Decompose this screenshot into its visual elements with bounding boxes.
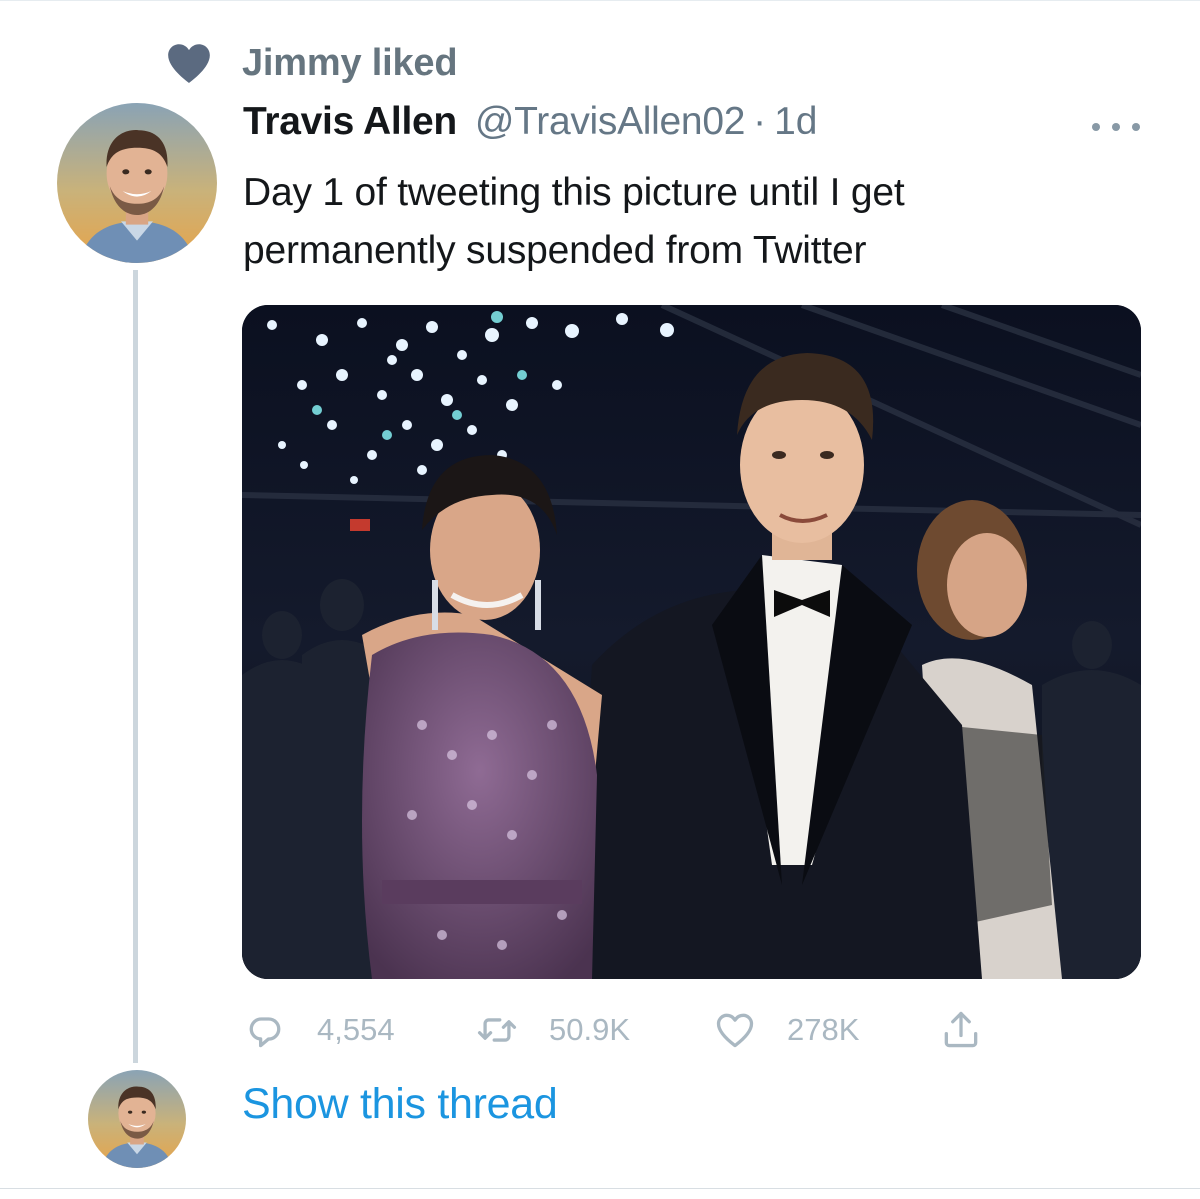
thread-line (133, 270, 138, 1063)
tweet-header: Travis Allen @TravisAllen02 · 1d (243, 100, 818, 156)
social-context-label: Jimmy liked (242, 41, 458, 84)
like-button[interactable]: 278K (713, 1006, 859, 1054)
author-name[interactable]: Travis Allen (243, 100, 457, 144)
like-count: 278K (787, 1012, 860, 1047)
reply-button[interactable]: 4,554 (243, 1006, 395, 1054)
share-button[interactable] (939, 1006, 983, 1054)
author-handle[interactable]: @TravisAllen02 (475, 100, 746, 144)
social-context[interactable]: Jimmy liked (164, 38, 458, 88)
heart-outline-icon (716, 1013, 754, 1048)
thread-author-avatar[interactable] (88, 1070, 186, 1168)
show-thread-link[interactable]: Show this thread (242, 1080, 558, 1129)
more-dot-icon (1092, 123, 1100, 131)
tweet-photo[interactable] (242, 305, 1141, 979)
reply-icon (249, 1017, 281, 1048)
bottom-divider (0, 1188, 1200, 1189)
share-icon (944, 1011, 978, 1048)
top-divider (0, 0, 1200, 1)
retweet-button[interactable]: 50.9K (475, 1006, 630, 1054)
retweet-count: 50.9K (549, 1012, 631, 1047)
tweet-actions: 4,554 50.9K 278K (243, 1006, 1003, 1054)
more-dot-icon (1112, 123, 1120, 131)
heart-icon (168, 44, 210, 83)
more-dot-icon (1132, 123, 1140, 131)
author-avatar[interactable] (57, 103, 217, 263)
tweet-timestamp[interactable]: 1d (774, 100, 817, 144)
retweet-icon (477, 1018, 517, 1042)
reply-count: 4,554 (317, 1012, 395, 1047)
tweet-text: Day 1 of tweeting this picture until I g… (243, 171, 905, 272)
header-separator: · (753, 100, 767, 143)
more-options-button[interactable] (1092, 112, 1140, 142)
